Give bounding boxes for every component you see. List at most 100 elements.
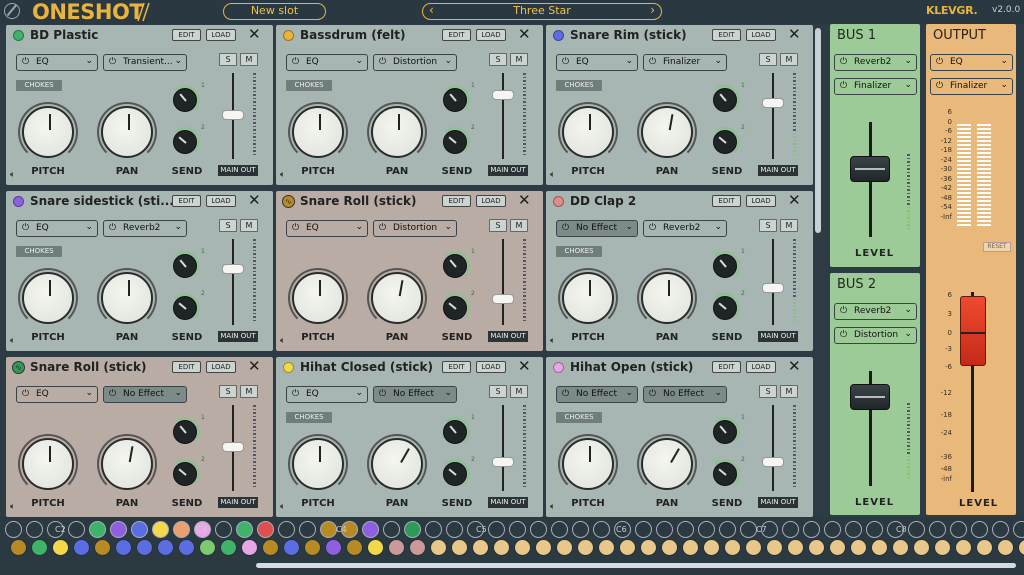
- chokes-button[interactable]: CHOKES: [16, 246, 62, 257]
- power-icon[interactable]: [4, 3, 20, 19]
- pad-key[interactable]: [509, 521, 526, 538]
- load-button[interactable]: LOAD: [476, 195, 506, 207]
- solo-button[interactable]: S: [759, 219, 777, 232]
- send2-knob[interactable]: [173, 296, 197, 320]
- pad-key[interactable]: [535, 539, 552, 556]
- pad-key[interactable]: [488, 521, 505, 538]
- main-out-button[interactable]: MAIN OUT: [758, 497, 798, 508]
- load-button[interactable]: LOAD: [206, 361, 236, 373]
- edit-button[interactable]: EDIT: [712, 29, 741, 41]
- send2-knob[interactable]: [173, 462, 197, 486]
- power-icon[interactable]: ⏻: [936, 79, 943, 94]
- close-icon[interactable]: ✕: [248, 27, 261, 42]
- speaker-icon[interactable]: 🔈︎: [550, 502, 555, 512]
- bus1-fx2-dropdown[interactable]: ⏻ Finalizer ⌄: [834, 78, 917, 95]
- power-icon[interactable]: ⏻: [562, 221, 569, 236]
- slot-color-dot[interactable]: [553, 196, 564, 207]
- send1-knob[interactable]: [713, 420, 737, 444]
- main-out-button[interactable]: MAIN OUT: [758, 331, 798, 342]
- pad-key[interactable]: [262, 539, 279, 556]
- pad-key[interactable]: [724, 539, 741, 556]
- pad-key[interactable]: [68, 521, 85, 538]
- slot-name[interactable]: Snare Roll (stick): [300, 194, 416, 208]
- main-out-button[interactable]: MAIN OUT: [488, 331, 528, 342]
- mute-button[interactable]: M: [780, 53, 798, 66]
- pad-key[interactable]: [362, 521, 379, 538]
- pad-key[interactable]: [892, 539, 909, 556]
- power-icon[interactable]: ⏻: [292, 387, 299, 402]
- edit-button[interactable]: EDIT: [442, 195, 471, 207]
- pad-key[interactable]: [5, 521, 22, 538]
- pad-key[interactable]: [31, 539, 48, 556]
- speaker-icon[interactable]: 🔈︎: [10, 170, 15, 180]
- pad-key[interactable]: [346, 539, 363, 556]
- pad-key[interactable]: [152, 521, 169, 538]
- speaker-icon[interactable]: 🔈︎: [280, 170, 285, 180]
- pad-key[interactable]: [236, 521, 253, 538]
- power-icon[interactable]: ⏻: [649, 387, 656, 402]
- speaker-icon[interactable]: 🔈︎: [550, 336, 555, 346]
- fx1-dropdown[interactable]: ⏻ EQ ⌄: [286, 386, 368, 403]
- pan-knob[interactable]: [101, 106, 153, 158]
- send2-knob[interactable]: [173, 130, 197, 154]
- solo-button[interactable]: S: [489, 53, 507, 66]
- pad-key[interactable]: [677, 521, 694, 538]
- pan-knob[interactable]: [371, 106, 423, 158]
- pad-key[interactable]: [577, 539, 594, 556]
- volume-fader-handle[interactable]: [222, 110, 244, 120]
- pad-key[interactable]: [1013, 521, 1024, 538]
- power-icon[interactable]: ⏻: [936, 55, 943, 70]
- pad-key[interactable]: [215, 521, 232, 538]
- mute-button[interactable]: M: [510, 219, 528, 232]
- slot-color-dot[interactable]: [283, 30, 294, 41]
- waveform-icon[interactable]: ∿: [12, 361, 25, 374]
- pad-key[interactable]: [950, 521, 967, 538]
- send2-knob[interactable]: [713, 462, 737, 486]
- power-icon[interactable]: ⏻: [22, 221, 29, 236]
- edit-button[interactable]: EDIT: [712, 361, 741, 373]
- load-button[interactable]: LOAD: [746, 195, 776, 207]
- pad-key[interactable]: [845, 521, 862, 538]
- fx1-dropdown[interactable]: ⏻ EQ ⌄: [16, 386, 98, 403]
- pan-knob[interactable]: [641, 106, 693, 158]
- power-icon[interactable]: ⏻: [109, 387, 116, 402]
- pad-key[interactable]: [551, 521, 568, 538]
- solo-button[interactable]: S: [759, 385, 777, 398]
- pad-key[interactable]: [73, 539, 90, 556]
- bus1-fx1-dropdown[interactable]: ⏻ Reverb2 ⌄: [834, 54, 917, 71]
- bus2-fx1-dropdown[interactable]: ⏻ Reverb2 ⌄: [834, 303, 917, 320]
- pan-knob[interactable]: [101, 438, 153, 490]
- slot-name[interactable]: Snare Rim (stick): [570, 28, 687, 42]
- chokes-button[interactable]: CHOKES: [556, 412, 602, 423]
- chevron-left-icon[interactable]: ‹: [429, 3, 434, 17]
- pan-knob[interactable]: [641, 272, 693, 324]
- pad-key[interactable]: [871, 539, 888, 556]
- pad-key[interactable]: [220, 539, 237, 556]
- pad-key[interactable]: [913, 539, 930, 556]
- send1-knob[interactable]: [173, 88, 197, 112]
- speaker-icon[interactable]: 🔈︎: [10, 502, 15, 512]
- fx1-dropdown[interactable]: ⏻ EQ ⌄: [16, 220, 98, 237]
- pad-key[interactable]: [803, 521, 820, 538]
- fx1-dropdown[interactable]: ⏻ EQ ⌄: [286, 54, 368, 71]
- send2-knob[interactable]: [443, 130, 467, 154]
- power-icon[interactable]: ⏻: [379, 387, 386, 402]
- power-icon[interactable]: ⏻: [840, 79, 847, 94]
- pad-key[interactable]: [430, 539, 447, 556]
- bus2-fx2-dropdown[interactable]: ⏻ Distortion ⌄: [834, 327, 917, 344]
- chokes-button[interactable]: CHOKES: [16, 80, 62, 91]
- power-icon[interactable]: ⏻: [562, 55, 569, 70]
- pad-key[interactable]: [971, 521, 988, 538]
- pad-key[interactable]: [451, 539, 468, 556]
- chokes-button[interactable]: CHOKES: [556, 246, 602, 257]
- pad-key[interactable]: [929, 521, 946, 538]
- fx2-dropdown[interactable]: ⏻ Reverb2 ⌄: [103, 220, 187, 237]
- pad-key[interactable]: [598, 539, 615, 556]
- pad-key[interactable]: [404, 521, 421, 538]
- edit-button[interactable]: EDIT: [442, 361, 471, 373]
- fx2-dropdown[interactable]: ⏻ Finalizer ⌄: [643, 54, 727, 71]
- slot-name[interactable]: BD Plastic: [30, 28, 98, 42]
- pad-key[interactable]: [472, 539, 489, 556]
- speaker-icon[interactable]: 🔈︎: [280, 502, 285, 512]
- pad-key[interactable]: [388, 539, 405, 556]
